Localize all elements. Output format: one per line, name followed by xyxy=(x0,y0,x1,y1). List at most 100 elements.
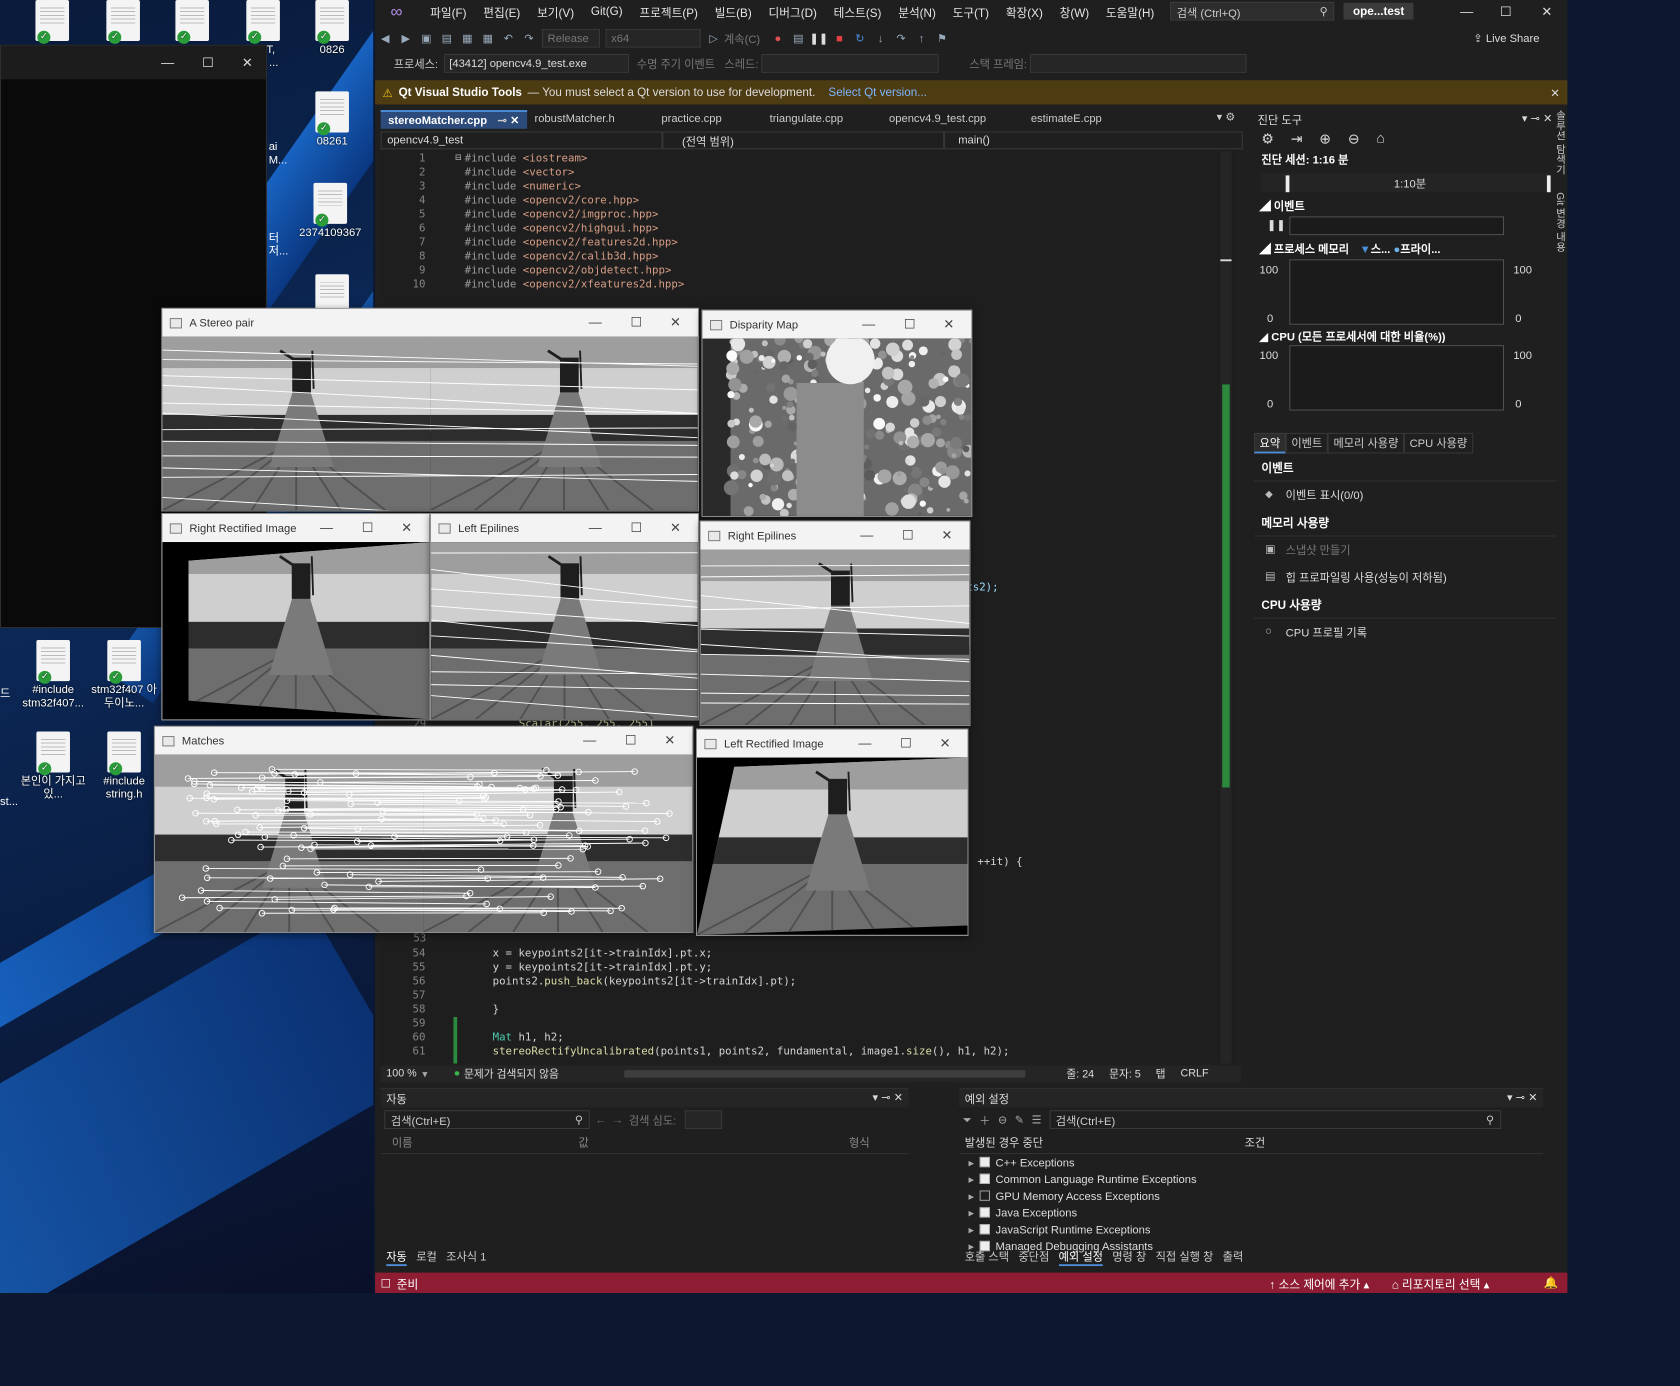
left-rectified-window[interactable]: Left Rectified Image — ☐ ✕ xyxy=(696,728,969,936)
show-events-item[interactable]: ⬥ 이벤트 표시(0/0) xyxy=(1254,481,1556,508)
close-icon[interactable]: ✕ xyxy=(510,114,519,127)
menu-file[interactable]: 파일(F) xyxy=(422,2,475,20)
timeline-ruler[interactable]: 1:10분 xyxy=(1261,173,1551,193)
menu-test[interactable]: 테스트(S) xyxy=(825,2,890,20)
remove-icon[interactable]: ⊖ xyxy=(998,1113,1007,1126)
pin-icon[interactable]: ⊸ xyxy=(498,114,507,127)
close-icon[interactable]: ✕ xyxy=(242,55,253,71)
back-icon[interactable]: ◀ xyxy=(375,32,396,45)
exception-row[interactable]: ▸ Java Exceptions xyxy=(959,1205,1543,1222)
zoom-level[interactable]: 100 % xyxy=(381,1068,423,1079)
maximize-icon[interactable]: ☐ xyxy=(891,311,928,339)
minimize-icon[interactable]: — xyxy=(577,514,614,542)
menu-analyze[interactable]: 분석(N) xyxy=(890,2,944,20)
reset-zoom-icon[interactable]: ⌂ xyxy=(1376,131,1384,148)
tab-memory-usage[interactable]: 메모리 사용량 xyxy=(1327,432,1404,454)
back-icon[interactable]: ← xyxy=(595,1113,606,1126)
exception-row[interactable]: ▸ GPU Memory Access Exceptions xyxy=(959,1188,1543,1205)
new-project-icon[interactable]: ▣ xyxy=(416,32,437,45)
side-tab-git-changes[interactable]: Git 변경 내용 xyxy=(1553,192,1568,252)
tab-command-window[interactable]: 명령 창 xyxy=(1112,1248,1146,1266)
maximize-icon[interactable]: ☐ xyxy=(889,522,926,550)
list-icon[interactable]: ☰ xyxy=(1032,1113,1042,1126)
autos-search-input[interactable]: 검색(Ctrl+E) ⚲ xyxy=(384,1110,590,1129)
process-dropdown[interactable]: [43412] opencv4.9_test.exe xyxy=(443,54,629,73)
config-dropdown[interactable]: Release xyxy=(542,28,600,48)
settings-icon[interactable]: ⚙ xyxy=(1261,131,1274,148)
disparity-map-window[interactable]: Disparity Map — ☐ ✕ xyxy=(701,309,973,517)
tab-watch1[interactable]: 조사식 1 xyxy=(446,1248,486,1266)
desktop-file-icon[interactable]: ✓ #include stm32f407... xyxy=(19,640,88,709)
open-icon[interactable]: ▤ xyxy=(437,32,458,45)
platform-dropdown[interactable]: x64 xyxy=(605,28,701,48)
continue-button[interactable]: 계속(C) xyxy=(724,30,760,46)
desktop-file-icon[interactable]: ✓ xyxy=(90,0,157,44)
maximize-icon[interactable]: ☐ xyxy=(349,514,386,542)
exception-checkbox[interactable] xyxy=(979,1156,990,1168)
forward-icon[interactable]: → xyxy=(612,1113,623,1126)
menu-extensions[interactable]: 확장(X) xyxy=(997,2,1051,20)
menu-window[interactable]: 창(W) xyxy=(1051,2,1097,20)
heap-profiling-item[interactable]: ▤ 힙 프로파일링 사용(성능이 저하됨) xyxy=(1254,564,1556,591)
zoom-out-icon[interactable]: ⊖ xyxy=(1348,131,1360,148)
tab-immediate-window[interactable]: 직접 실행 창 xyxy=(1156,1248,1214,1266)
stereo-pair-window[interactable]: A Stereo pair — ☐ ✕ xyxy=(161,307,699,512)
tab-cpu-usage[interactable]: CPU 사용량 xyxy=(1403,432,1473,454)
exception-checkbox[interactable] xyxy=(979,1190,990,1201)
stack-frame-dropdown[interactable] xyxy=(1029,54,1247,73)
pause-icon[interactable]: ❚❚ xyxy=(809,32,830,45)
issues-status[interactable]: 문제가 검색되지 않음 xyxy=(464,1066,559,1081)
menu-project[interactable]: 프로젝트(P) xyxy=(631,2,706,20)
expand-icon[interactable]: ▸ xyxy=(968,1190,974,1203)
timeline-end-handle[interactable] xyxy=(1546,175,1551,193)
eol-indicator[interactable]: CRLF xyxy=(1180,1068,1208,1079)
save-all-icon[interactable]: ▦ xyxy=(478,32,499,45)
expand-icon[interactable]: ▸ xyxy=(968,1206,974,1219)
editor-scrollbar[interactable] xyxy=(1220,151,1232,1064)
close-icon[interactable]: ✕ xyxy=(657,309,694,337)
export-icon[interactable]: ⇥ xyxy=(1291,131,1303,148)
column-header[interactable]: 형식 xyxy=(849,1135,870,1151)
tab-call-stack[interactable]: 호출 스택 xyxy=(965,1248,1009,1266)
desktop-file-icon[interactable]: ✓ stm32f407 아두이노... xyxy=(90,640,159,709)
close-icon[interactable]: ✕ xyxy=(926,730,963,758)
depth-dropdown[interactable] xyxy=(684,1110,722,1129)
hot-reload-icon[interactable]: ● xyxy=(768,32,789,45)
minimize-icon[interactable]: — xyxy=(846,730,883,758)
menu-tools[interactable]: 도구(T) xyxy=(944,2,997,20)
desktop-file-icon[interactable]: ✓ #include string.h xyxy=(90,731,159,801)
column-header[interactable]: 값 xyxy=(578,1135,849,1151)
filter-icon[interactable]: ⏷ xyxy=(963,1113,972,1127)
restart-icon[interactable]: ↻ xyxy=(850,32,871,45)
tab-locals[interactable]: 로컬 xyxy=(416,1248,437,1266)
close-icon[interactable]: ✕ xyxy=(930,311,967,339)
chevron-down-icon[interactable]: ▾ xyxy=(422,1067,427,1080)
expand-icon[interactable]: ▸ xyxy=(968,1223,974,1236)
menu-build[interactable]: 빌드(B) xyxy=(706,2,760,20)
console-titlebar[interactable]: — ☐ ✕ xyxy=(0,45,266,80)
tab-summary[interactable]: 요약 xyxy=(1253,432,1286,454)
redo-icon[interactable]: ↷ xyxy=(519,32,540,45)
project-dropdown[interactable]: opencv4.9_test xyxy=(380,131,663,150)
close-icon[interactable]: ✕ xyxy=(657,514,694,542)
tab-output[interactable]: 출력 xyxy=(1223,1248,1244,1266)
tab-indicator[interactable]: 탭 xyxy=(1156,1066,1166,1081)
exception-row[interactable]: ▸ C++ Exceptions xyxy=(959,1154,1543,1171)
close-icon[interactable]: ✕ xyxy=(1528,0,1565,22)
close-icon[interactable]: ✕ xyxy=(928,522,965,550)
function-dropdown[interactable]: main() xyxy=(944,131,1243,150)
column-header[interactable]: 조건 xyxy=(1245,1135,1266,1151)
scrollbar-thumb[interactable] xyxy=(1220,259,1232,262)
tab-autos[interactable]: 자동 xyxy=(386,1248,407,1267)
minimize-icon[interactable]: — xyxy=(571,727,608,755)
column-header[interactable]: 이름 xyxy=(392,1135,579,1151)
edit-icon[interactable]: ✎ xyxy=(1015,1113,1024,1126)
exception-row[interactable]: ▸ Common Language Runtime Exceptions xyxy=(959,1171,1543,1188)
maximize-icon[interactable]: ☐ xyxy=(618,309,655,337)
horizontal-scrollbar[interactable] xyxy=(624,1070,1026,1078)
close-icon[interactable]: ✕ xyxy=(1550,85,1560,99)
desktop-file-icon[interactable]: ✓ 08261 xyxy=(299,91,366,147)
step-out-icon[interactable]: ↑ xyxy=(911,32,932,45)
exception-checkbox[interactable] xyxy=(979,1173,990,1184)
add-icon[interactable]: ＋ xyxy=(979,1112,990,1128)
